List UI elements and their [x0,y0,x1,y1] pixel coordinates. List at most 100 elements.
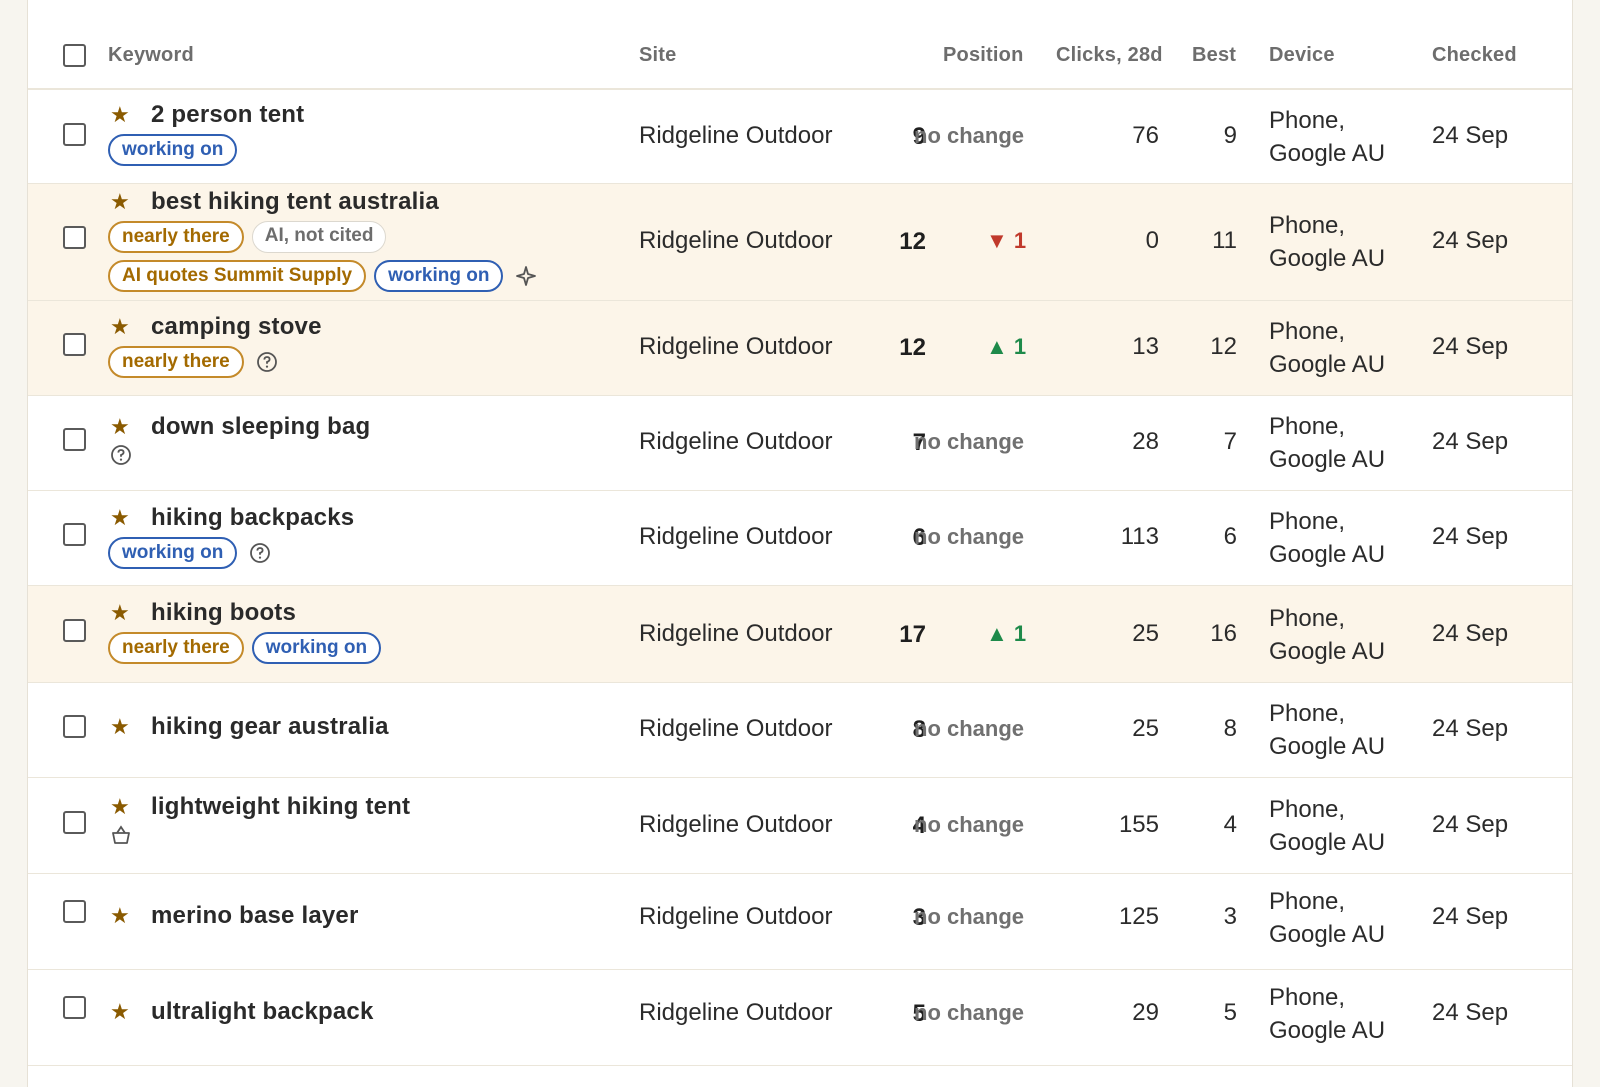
table-row[interactable]: ★ 2 person tent working on Ridgeline Out… [28,90,1572,184]
help-circle-icon[interactable] [256,351,278,373]
position-change: no change [914,429,1025,454]
keyword-cell: ★ merino base layer [108,901,359,931]
star-icon[interactable]: ★ [108,600,151,626]
header-device[interactable]: Device [1269,44,1335,67]
position-change: no change [914,716,1025,741]
tag-working-on[interactable]: working on [374,260,504,292]
row-checkbox[interactable] [63,715,86,738]
row-checkbox[interactable] [63,996,86,1019]
checked-date: 24 Sep [1432,333,1509,360]
row-checkbox[interactable] [63,428,86,451]
site-cell: Ridgeline Outdoor [639,428,833,455]
row-checkbox[interactable] [63,811,86,834]
table-row[interactable]: ★ best hiking tent australia nearly ther… [28,184,1572,301]
device-cell: Phone, Google AU [1269,410,1385,476]
site-cell: Ridgeline Outdoor [639,523,833,550]
tag-ai-not-cited[interactable]: AI, not cited [251,221,387,253]
row-checkbox[interactable] [63,123,86,146]
best-value: 16 [1210,620,1237,647]
row-checkbox[interactable] [63,900,86,923]
site-cell: Ridgeline Outdoor [639,811,833,838]
table-row[interactable]: ★ camping stove nearly there Ridgeline O… [28,301,1572,396]
header-keyword[interactable]: Keyword [108,44,194,67]
header-clicks[interactable]: Clicks, 28d [1056,44,1163,67]
keyword-text[interactable]: camping stove [151,313,322,341]
best-value: 3 [1223,903,1237,930]
position-change: ▲ 1 [986,621,1027,646]
row-checkbox[interactable] [63,226,86,249]
keyword-text[interactable]: hiking backpacks [151,504,354,532]
tag-nearly-there[interactable]: nearly there [108,632,244,664]
header-best[interactable]: Best [1192,44,1236,67]
tag-working-on[interactable]: working on [108,134,238,166]
help-circle-icon[interactable] [110,444,132,466]
header-checked[interactable]: Checked [1432,44,1517,67]
keyword-text[interactable]: lightweight hiking tent [151,793,410,821]
tag-working-on[interactable]: working on [251,632,382,664]
best-value: 4 [1223,811,1237,838]
best-value: 5 [1223,999,1237,1026]
star-icon[interactable]: ★ [108,903,151,929]
table-row[interactable]: ★ hiking boots nearly there working on R… [28,586,1572,683]
device-engine: Google AU [1269,733,1386,760]
basket-icon[interactable] [110,824,132,846]
header-site[interactable]: Site [639,44,676,67]
tag-working-on[interactable]: working on [108,537,238,569]
star-icon[interactable]: ★ [108,314,151,340]
table-row[interactable]: ★ hiking backpacks working on Ridgeline … [28,491,1572,586]
help-circle-icon[interactable] [249,542,271,564]
table-row[interactable]: ★ merino base layer Ridgeline Outdoor 3 … [28,874,1572,970]
keyword-cell: ★ hiking boots nearly there working on [108,598,389,664]
device-engine: Google AU [1269,1017,1386,1044]
header-position[interactable]: Position [943,44,1024,67]
keyword-text[interactable]: best hiking tent australia [151,188,439,216]
keyword-text[interactable]: hiking boots [151,599,296,627]
best-value: 12 [1210,333,1237,360]
star-icon[interactable]: ★ [108,102,151,128]
star-icon[interactable]: ★ [108,414,151,440]
keyword-text[interactable]: ultralight backpack [151,998,374,1026]
star-icon[interactable]: ★ [108,794,151,820]
table-row[interactable]: ★ down sleeping bag Ridgeline Outdoor 7 … [28,396,1572,491]
table-row[interactable]: ★ lightweight hiking tent Ridgeline Outd… [28,778,1572,874]
checked-date: 24 Sep [1432,715,1509,742]
keyword-text[interactable]: hiking gear australia [151,713,389,741]
select-all-checkbox[interactable] [63,44,86,67]
best-value: 11 [1212,227,1237,254]
table-row[interactable]: ★ hiking gear australia Ridgeline Outdoo… [28,683,1572,778]
sparkle-icon[interactable] [515,265,537,287]
row-checkbox[interactable] [63,619,86,642]
row-checkbox[interactable] [63,523,86,546]
device-engine: Google AU [1269,829,1386,856]
keyword-text[interactable]: merino base layer [151,902,359,930]
keyword-cell: ★ hiking backpacks working on [108,503,354,569]
device-cell: Phone, Google AU [1269,505,1385,571]
device-cell: Phone, Google AU [1269,981,1385,1047]
position-value: 12 [899,228,926,255]
star-icon[interactable]: ★ [108,505,151,531]
best-value: 9 [1223,122,1237,149]
checked-date: 24 Sep [1432,227,1509,254]
clicks-value: 155 [1118,811,1159,838]
site-cell: Ridgeline Outdoor [639,333,833,360]
star-icon[interactable]: ★ [108,714,151,740]
keyword-text[interactable]: 2 person tent [151,101,304,129]
device-cell: Phone, Google AU [1269,602,1385,668]
keyword-text[interactable]: down sleeping bag [151,413,370,441]
clicks-value: 28 [1132,428,1159,455]
position-change: no change [914,904,1025,929]
arrow-up-icon: ▲ [986,621,1008,646]
site-cell: Ridgeline Outdoor [639,620,833,647]
site-cell: Ridgeline Outdoor [639,999,833,1026]
device-type: Phone, [1269,107,1346,134]
star-icon[interactable]: ★ [108,189,151,215]
checked-date: 24 Sep [1432,811,1509,838]
device-cell: Phone, Google AU [1269,209,1385,275]
table-row[interactable]: ★ ultralight backpack Ridgeline Outdoor … [28,970,1572,1066]
star-icon[interactable]: ★ [108,999,151,1025]
tag-nearly-there[interactable]: nearly there [108,346,244,378]
device-type: Phone, [1269,318,1346,345]
tag-ai-quotes[interactable]: AI quotes Summit Supply [108,260,367,292]
row-checkbox[interactable] [63,333,86,356]
tag-nearly-there[interactable]: nearly there [108,221,244,253]
